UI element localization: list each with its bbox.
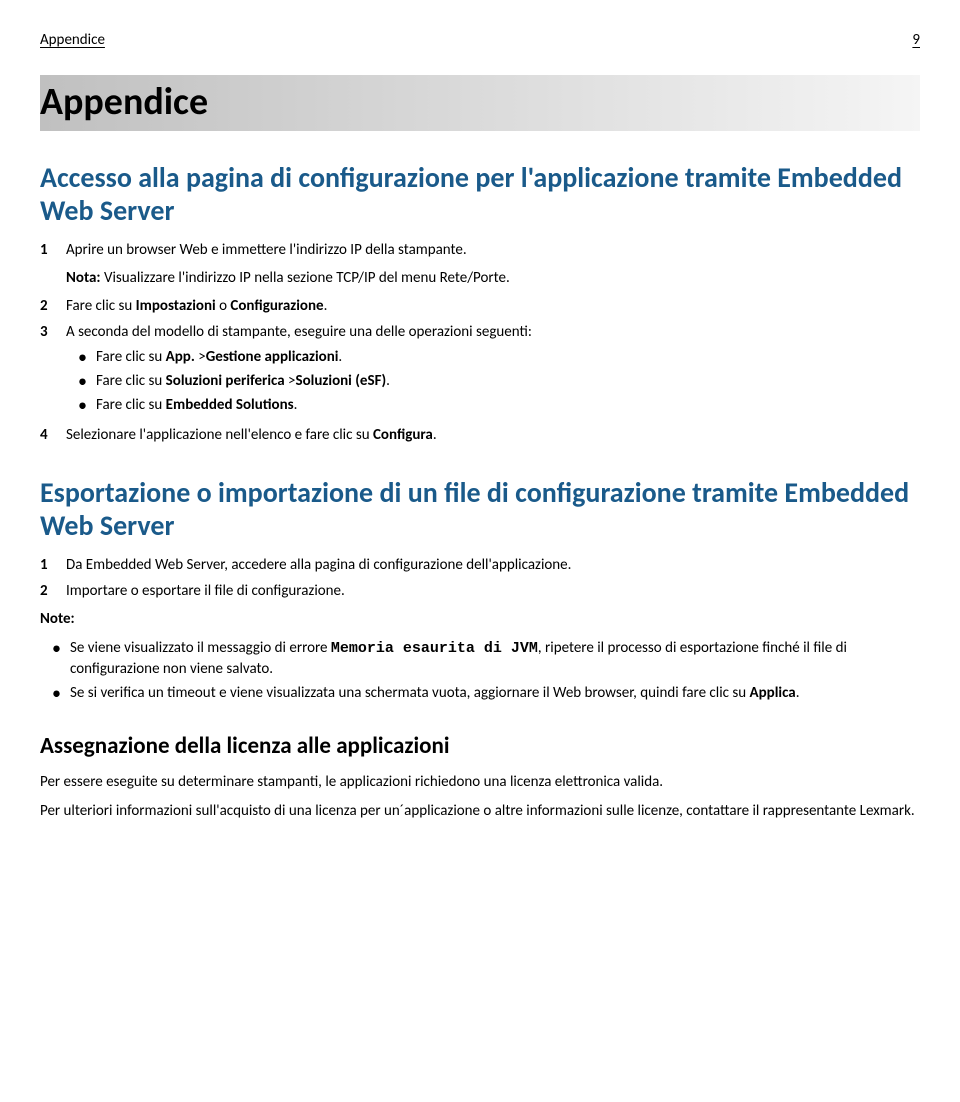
text-bold: App. (166, 348, 195, 366)
text-fragment: > (195, 348, 206, 366)
list-item: Se viene visualizzato il messaggio di er… (48, 638, 920, 680)
step-number: 2 (40, 581, 66, 601)
step-number: 1 (40, 555, 66, 575)
step-2: 2 Fare clic su Impostazioni o Configuraz… (40, 296, 920, 316)
text-fragment: . (796, 684, 800, 702)
text-fragment: Se viene visualizzato il messaggio di er… (70, 639, 331, 657)
page-title: Appendice (40, 75, 920, 130)
text-fragment: . (324, 297, 328, 315)
note-block: Nota: Visualizzare l'indirizzo IP nella … (66, 268, 920, 288)
step-number: 4 (40, 425, 66, 445)
text-fragment: Fare clic su (66, 297, 136, 315)
step-4: 4 Selezionare l'applicazione nell'elenco… (40, 425, 920, 445)
text-fragment: o (216, 297, 231, 315)
list-item: Se si verifica un timeout e viene visual… (48, 683, 920, 703)
page-header: Appendice 9 (40, 30, 920, 50)
notes-label: Note: (40, 609, 920, 629)
text-bold: Applica (750, 684, 796, 702)
step-1: 1 Aprire un browser Web e immettere l'in… (40, 240, 920, 260)
step-text: Importare o esportare il file di configu… (66, 581, 920, 601)
text-fragment: . (338, 348, 342, 366)
header-left: Appendice (40, 30, 105, 50)
text-fragment: > (285, 372, 296, 390)
step-2: 2 Importare o esportare il file di confi… (40, 581, 920, 601)
step-3: 3 A seconda del modello di stampante, es… (40, 322, 920, 419)
text-bold: Soluzioni periferica (166, 372, 285, 390)
text-fragment: Fare clic su (96, 372, 166, 390)
text-bold: Configurazione (230, 297, 323, 315)
step-3-bullets: Fare clic su App. >Gestione applicazioni… (74, 347, 920, 416)
step-number: 2 (40, 296, 66, 316)
text-bold: Impostazioni (136, 297, 216, 315)
section-3-para-1: Per essere eseguite su determinare stamp… (40, 772, 920, 792)
list-item: Fare clic su App. >Gestione applicazioni… (74, 347, 920, 367)
section-1-heading: Accesso alla pagina di configurazione pe… (40, 161, 920, 228)
step-text: A seconda del modello di stampante, eseg… (66, 322, 920, 419)
text-fragment: Fare clic su (96, 348, 166, 366)
step-text: Aprire un browser Web e immettere l'indi… (66, 240, 920, 260)
section-2-steps: 1 Da Embedded Web Server, accedere alla … (40, 555, 920, 602)
note-label: Nota: (66, 269, 101, 287)
list-item: Fare clic su Soluzioni periferica >Soluz… (74, 371, 920, 391)
text-fragment: . (433, 426, 437, 444)
step-text: Fare clic su Impostazioni o Configurazio… (66, 296, 920, 316)
text-bold: Soluzioni (eSF) (296, 372, 387, 390)
text-bold: Configura (373, 426, 433, 444)
section-3-para-2: Per ulteriori informazioni sull'acquisto… (40, 801, 920, 821)
text-fragment: A seconda del modello di stampante, eseg… (66, 323, 532, 341)
step-number: 3 (40, 322, 66, 419)
section-2-notes: Se viene visualizzato il messaggio di er… (48, 638, 920, 704)
section-1-steps: 1 Aprire un browser Web e immettere l'in… (40, 240, 920, 446)
step-1: 1 Da Embedded Web Server, accedere alla … (40, 555, 920, 575)
section-3-heading: Assegnazione della licenza alle applicaz… (40, 731, 920, 762)
step-text: Da Embedded Web Server, accedere alla pa… (66, 555, 920, 575)
text-bold: Embedded Solutions (166, 396, 294, 414)
error-message-mono: Memoria esaurita di JVM (331, 640, 538, 657)
step-text: Selezionare l'applicazione nell'elenco e… (66, 425, 920, 445)
text-bold: Gestione applicazioni (206, 348, 339, 366)
header-page-number: 9 (912, 30, 920, 50)
text-fragment: Fare clic su (96, 396, 166, 414)
text-fragment: Selezionare l'applicazione nell'elenco e… (66, 426, 373, 444)
note-text: Visualizzare l'indirizzo IP nella sezion… (101, 269, 510, 287)
step-number: 1 (40, 240, 66, 260)
list-item: Fare clic su Embedded Solutions. (74, 395, 920, 415)
text-fragment: . (386, 372, 390, 390)
text-fragment: Se si verifica un timeout e viene visual… (70, 684, 750, 702)
section-2-heading: Esportazione o importazione di un file d… (40, 476, 920, 543)
text-fragment: . (294, 396, 298, 414)
